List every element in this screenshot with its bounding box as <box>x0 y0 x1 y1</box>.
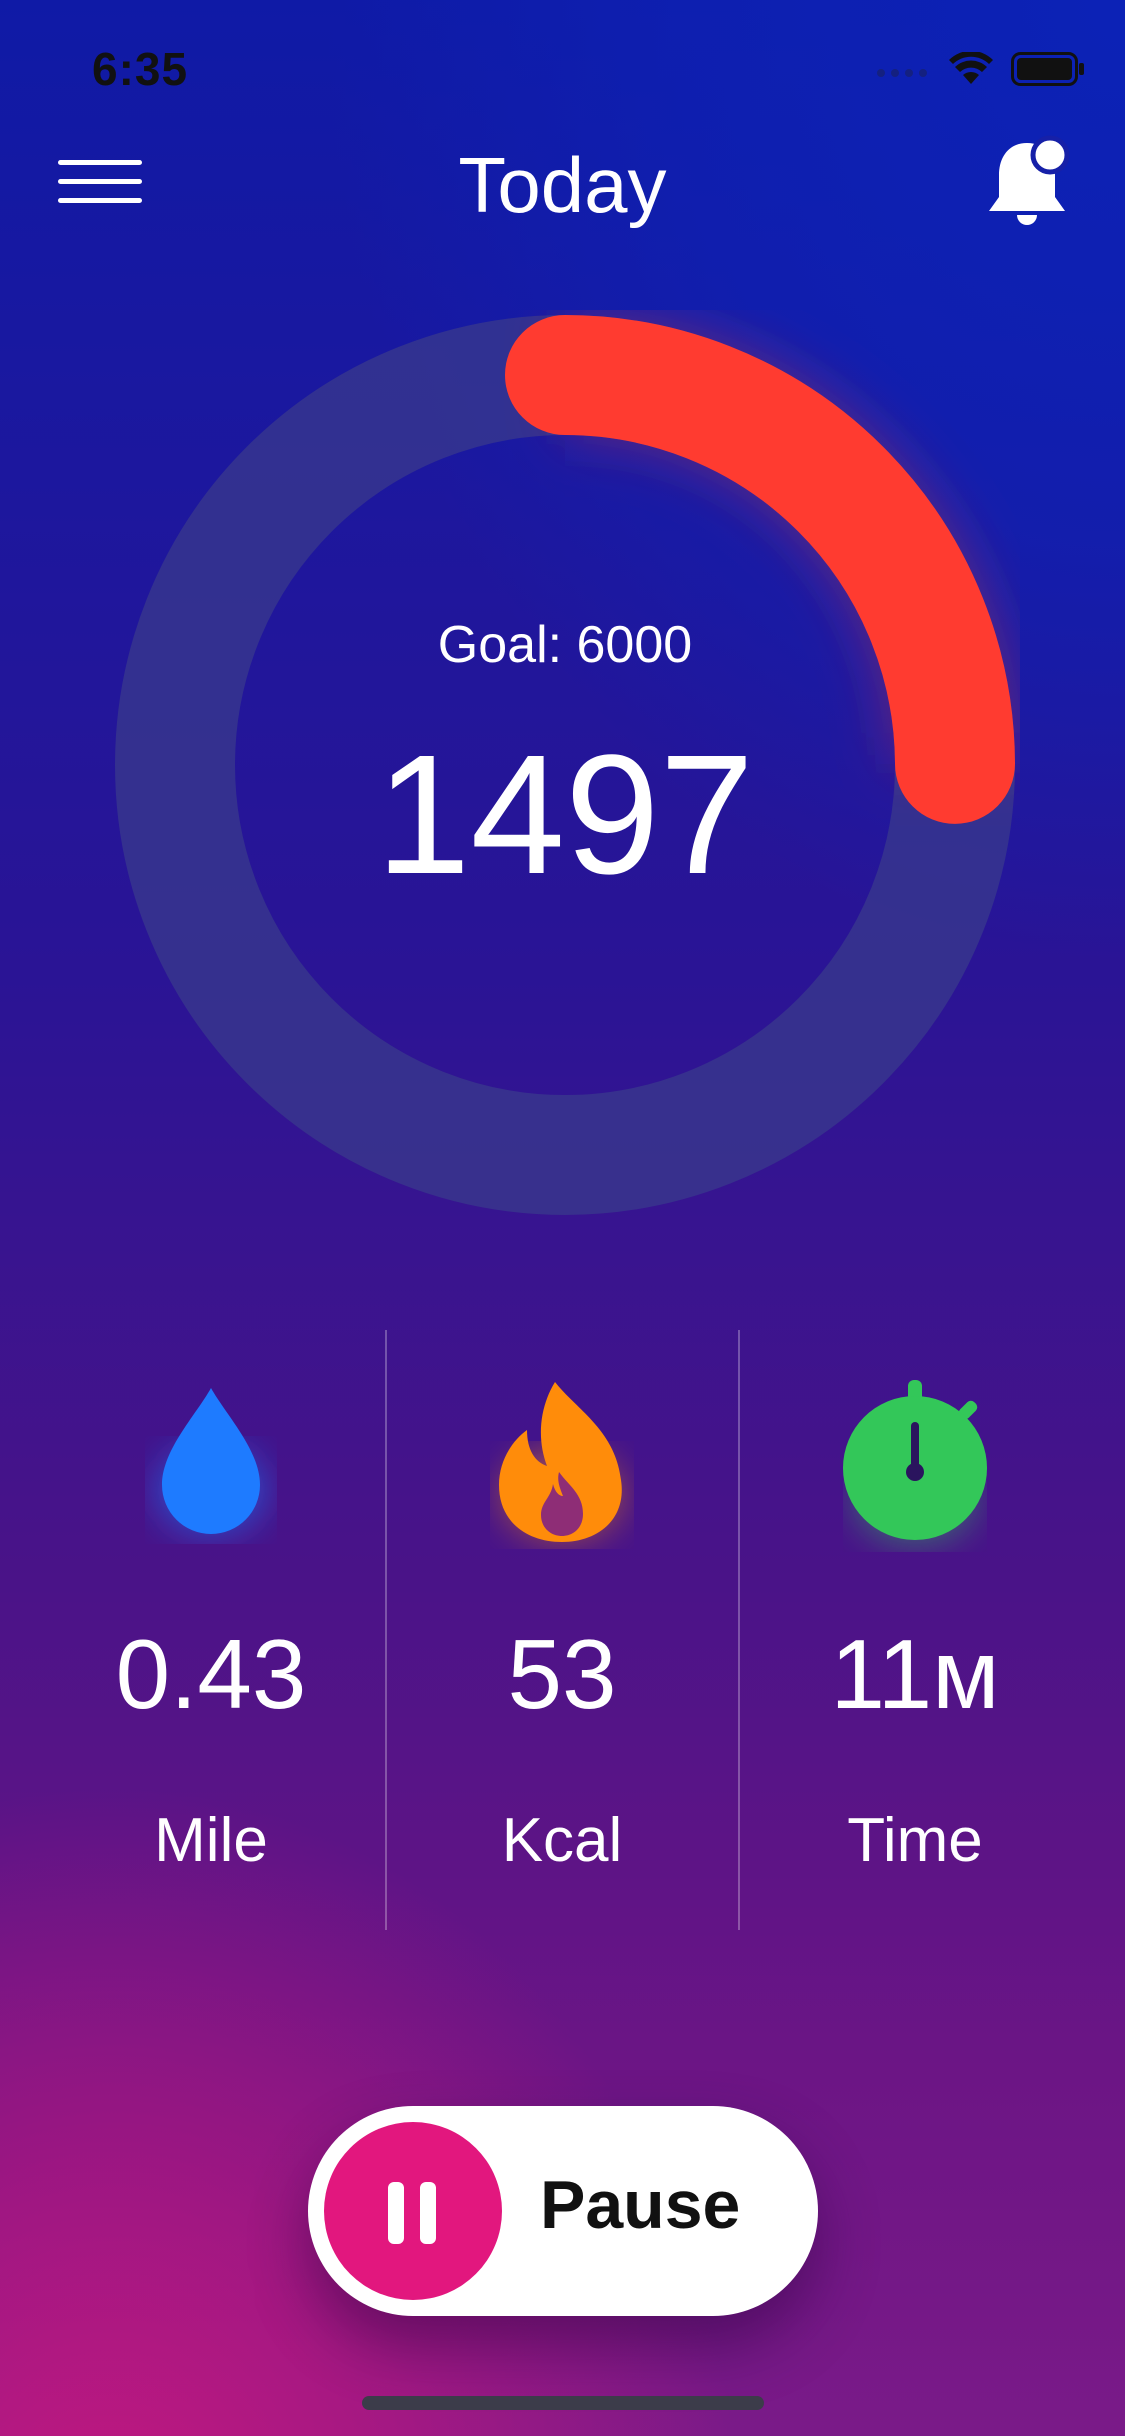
header: Today <box>0 130 1125 240</box>
status-time: 6:35 <box>92 43 189 95</box>
water-drop-icon <box>36 1380 386 1535</box>
stat-value: 11м <box>830 1619 1000 1729</box>
pause-icon <box>324 2122 502 2300</box>
stat-calories: 53 Kcal <box>387 1330 737 1930</box>
stats-row: 0.43 Mile 53 Kcal 11м Time <box>0 1330 1125 1930</box>
status-bar: 6:35 <box>0 0 1125 130</box>
stat-label: Kcal <box>501 1806 623 1875</box>
bell-icon[interactable] <box>983 135 1071 235</box>
home-indicator[interactable] <box>362 2396 764 2410</box>
signal-icon <box>877 69 927 77</box>
stat-label: Time <box>847 1806 983 1875</box>
step-progress-ring: Goal: 6000 1497 <box>110 310 1020 1220</box>
status-icons <box>875 52 1085 86</box>
stat-label: Mile <box>154 1806 268 1875</box>
stat-value: 53 <box>507 1619 617 1729</box>
pause-label: Pause <box>540 2167 741 2243</box>
stat-time: 11м Time <box>740 1330 1090 1930</box>
goal-label: Goal: 6000 <box>437 616 693 674</box>
step-count: 1497 <box>375 720 755 910</box>
stat-value: 0.43 <box>115 1619 307 1729</box>
pause-button[interactable]: Pause <box>308 2106 818 2316</box>
stat-distance: 0.43 Mile <box>36 1330 386 1930</box>
wifi-icon <box>949 52 993 84</box>
flame-icon <box>387 1380 737 1542</box>
battery-icon <box>1011 52 1084 86</box>
stopwatch-icon <box>740 1380 1090 1543</box>
page-title: Today <box>458 141 667 229</box>
